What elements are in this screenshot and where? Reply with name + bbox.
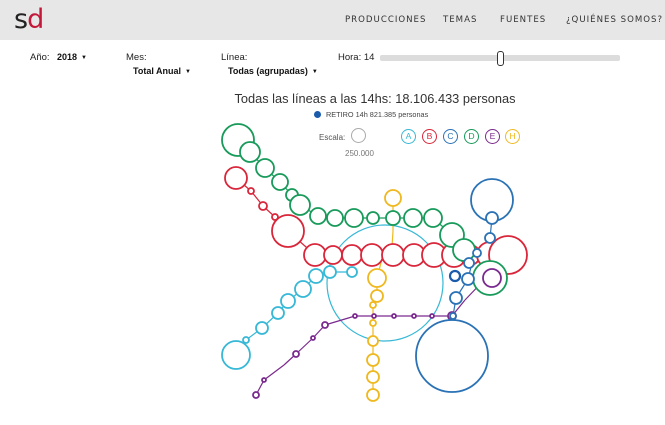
station-b[interactable] [303,243,327,267]
station-a[interactable] [221,340,251,370]
station-h[interactable] [366,353,380,367]
station-h[interactable] [366,388,380,402]
station-c[interactable] [484,232,496,244]
station-d[interactable] [326,209,344,227]
station-d[interactable] [289,194,311,216]
station-b[interactable] [381,243,405,267]
station-a[interactable] [346,266,358,278]
station-d[interactable] [385,210,401,226]
station-e[interactable] [391,313,397,319]
station-h[interactable] [369,301,377,309]
station-d[interactable] [344,208,364,228]
station-highlight[interactable] [448,269,462,283]
station-e[interactable] [321,321,329,329]
station-c[interactable] [449,291,463,305]
station-b[interactable] [258,201,268,211]
station-e[interactable] [429,313,435,319]
subway-station-map [221,123,528,402]
station-d[interactable] [366,211,380,225]
station-b[interactable] [341,244,363,266]
station-c[interactable] [485,211,499,225]
station-b[interactable] [271,214,305,248]
station-c-large[interactable] [415,319,489,393]
station-h[interactable] [369,319,377,327]
station-e[interactable] [352,313,358,319]
station-a[interactable] [323,265,337,279]
station-a[interactable] [308,268,324,284]
station-d[interactable] [403,208,423,228]
station-h[interactable] [384,189,402,207]
station-h[interactable] [366,370,380,384]
station-a[interactable] [255,321,269,335]
station-h[interactable] [370,289,384,303]
station-e[interactable] [252,391,260,399]
station-e[interactable] [371,313,377,319]
station-e[interactable] [292,350,300,358]
station-e[interactable] [261,377,267,383]
station-d[interactable] [255,158,275,178]
station-b[interactable] [224,166,248,190]
station-d[interactable] [423,208,443,228]
station-d[interactable] [452,238,476,262]
station-a[interactable] [280,293,296,309]
station-d[interactable] [271,173,289,191]
station-b[interactable] [247,187,255,195]
station-b[interactable] [323,245,343,265]
station-e[interactable] [482,268,502,288]
station-a[interactable] [294,280,312,298]
station-d[interactable] [309,207,327,225]
station-c[interactable] [472,248,482,258]
station-h[interactable] [367,335,379,347]
station-c[interactable] [449,312,457,320]
station-d[interactable] [239,141,261,163]
station-a[interactable] [271,306,285,320]
station-c[interactable] [463,257,475,269]
station-c[interactable] [461,272,475,286]
route-segment [263,364,285,381]
station-b[interactable] [360,243,384,267]
station-e[interactable] [310,335,316,341]
station-h[interactable] [367,268,387,288]
station-e[interactable] [411,313,417,319]
station-a[interactable] [242,336,250,344]
